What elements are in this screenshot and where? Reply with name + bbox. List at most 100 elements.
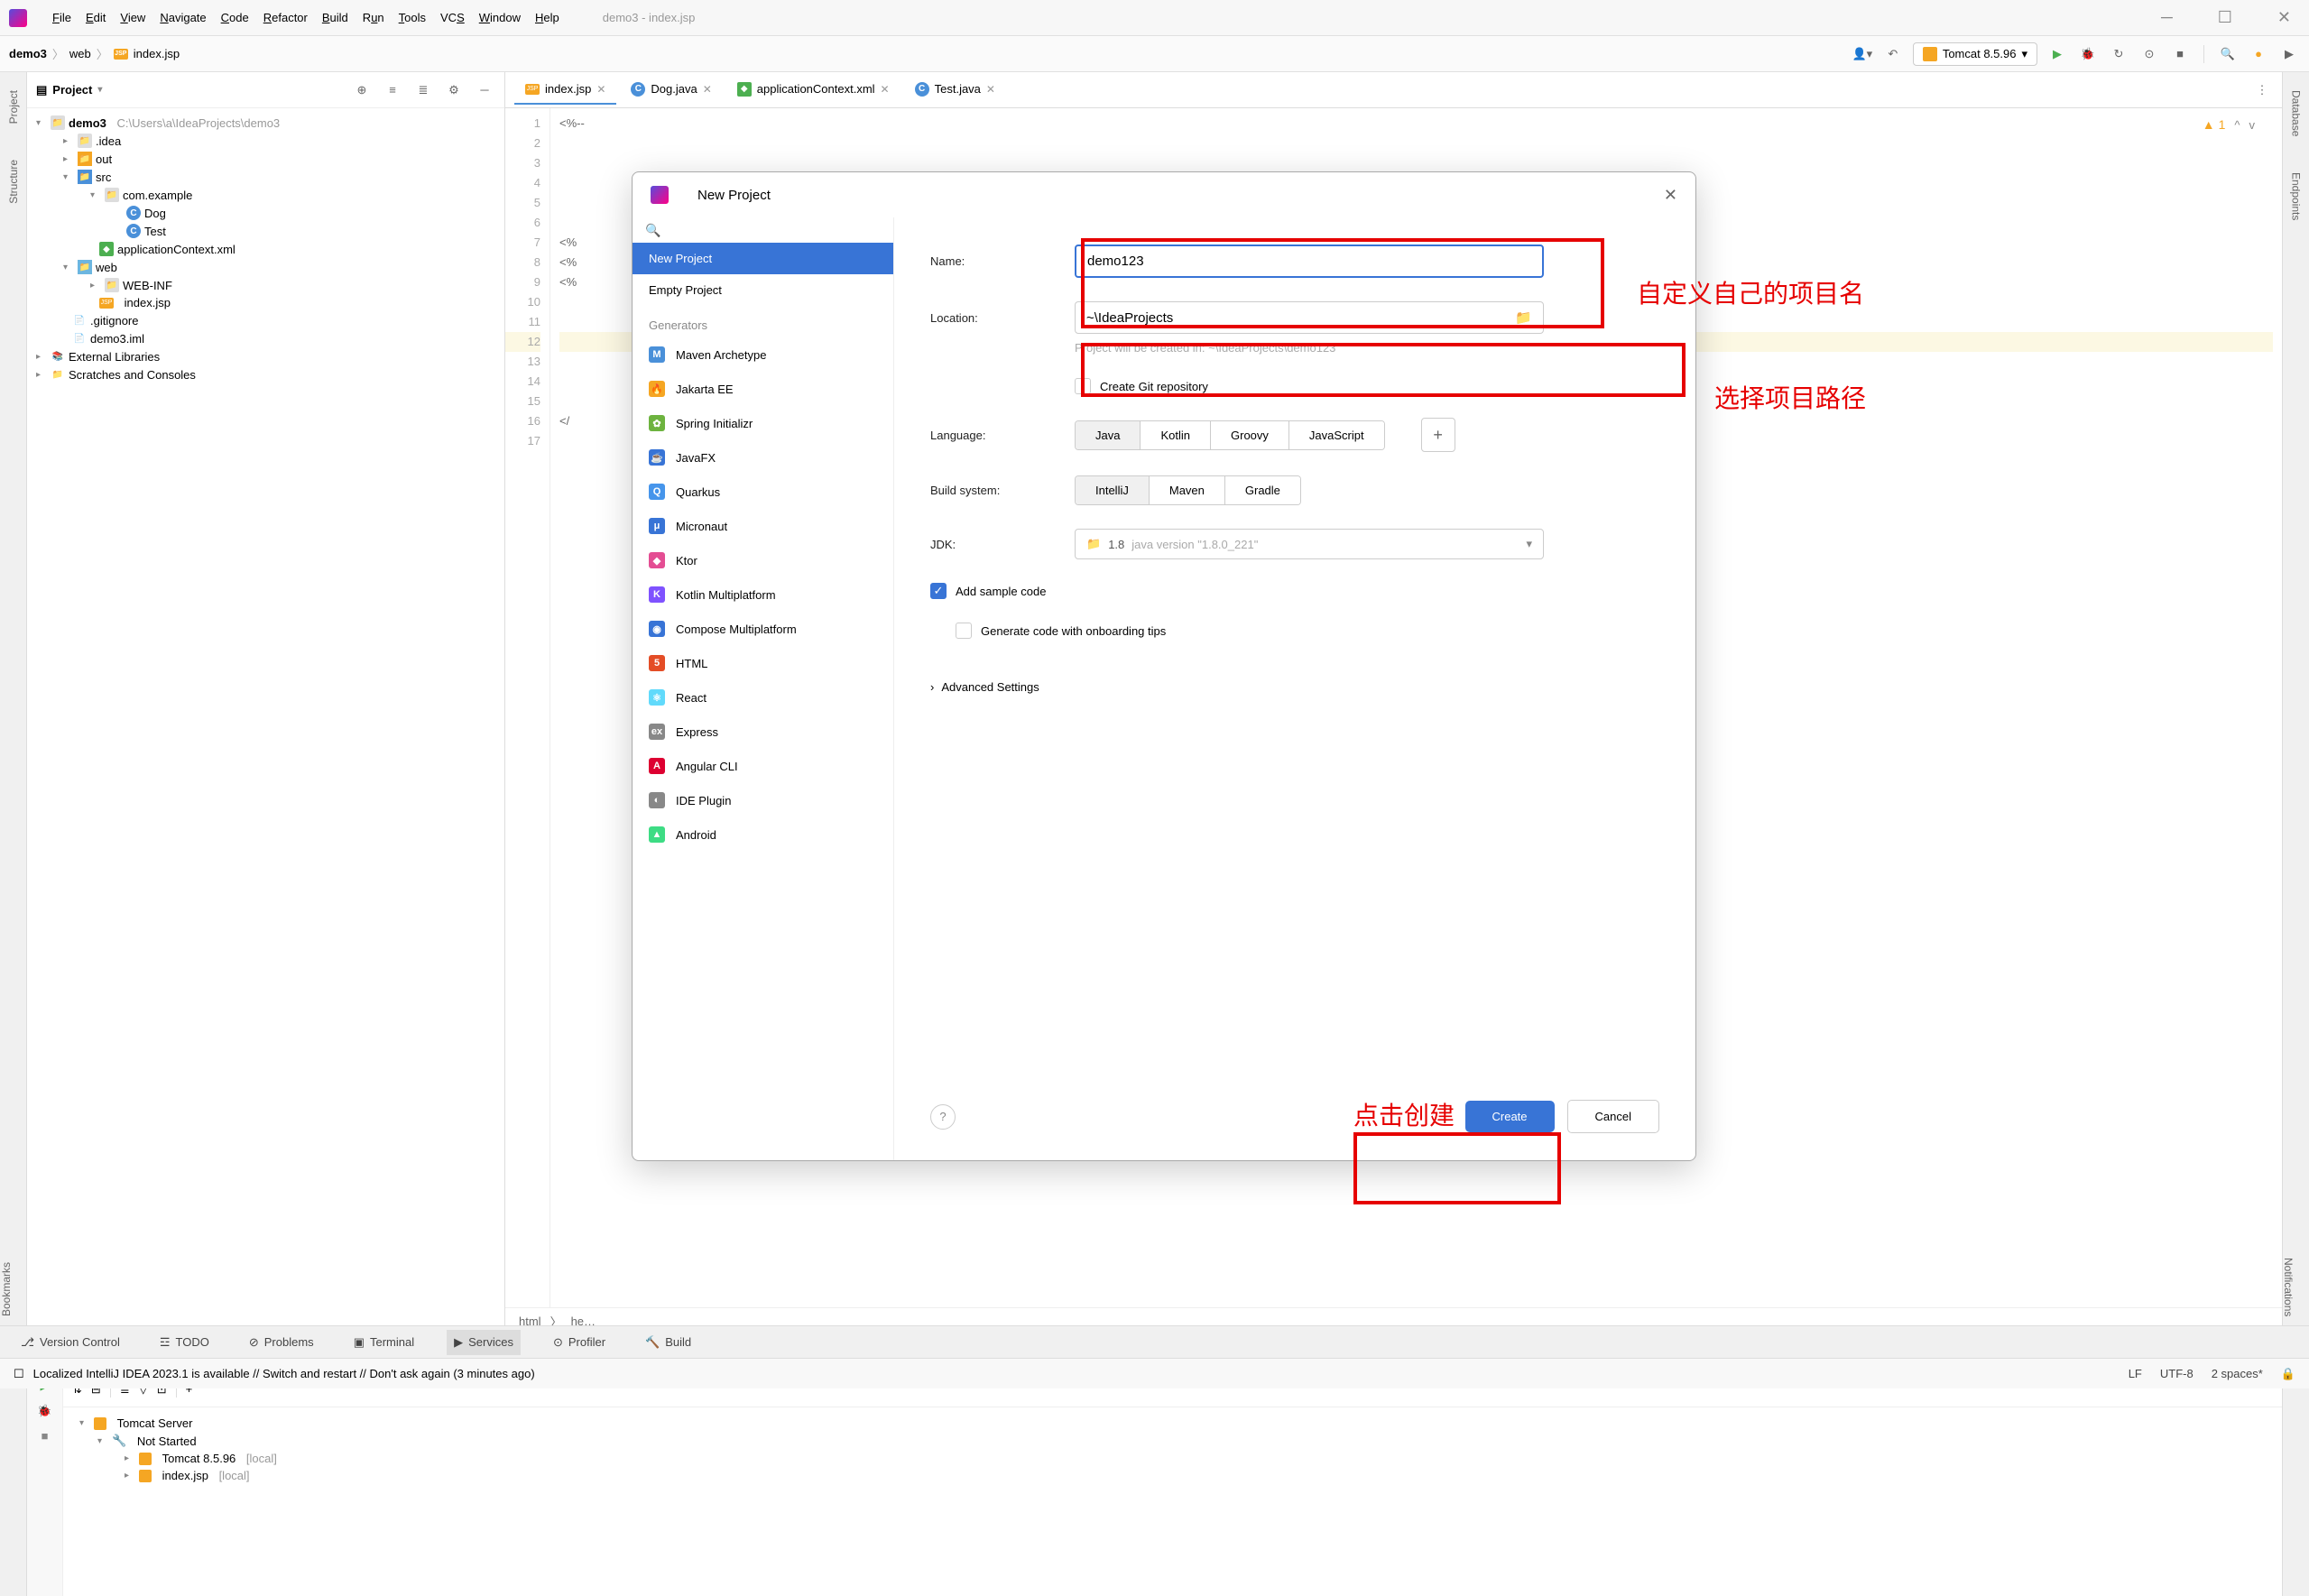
- generator-item[interactable]: MMaven Archetype: [633, 337, 893, 372]
- advanced-settings-toggle[interactable]: › Advanced Settings: [930, 680, 1659, 694]
- btab-build[interactable]: 🔨Build: [638, 1330, 698, 1355]
- services-tree[interactable]: ▾ Tomcat Server ▾🔧 Not Started ▸ Tomcat …: [63, 1407, 2282, 1596]
- minimize-button[interactable]: ─: [2152, 8, 2182, 27]
- menu-edit[interactable]: Edit: [79, 11, 113, 24]
- menu-build[interactable]: Build: [315, 11, 356, 24]
- generator-item[interactable]: exExpress: [633, 715, 893, 749]
- status-indent[interactable]: 2 spaces*: [2212, 1367, 2263, 1381]
- menu-vcs[interactable]: VCS: [433, 11, 472, 24]
- sample-code-checkbox[interactable]: ✓: [930, 583, 947, 599]
- debug-button[interactable]: 🐞: [2077, 43, 2099, 65]
- close-button[interactable]: ✕: [2268, 8, 2300, 27]
- generator-item[interactable]: ✿Spring Initializr: [633, 406, 893, 440]
- breadcrumb[interactable]: demo3 〉 web 〉 JSP index.jsp: [9, 45, 180, 62]
- create-button[interactable]: Create: [1465, 1101, 1555, 1132]
- project-location-input[interactable]: ~\IdeaProjects 📁: [1075, 301, 1544, 334]
- sidebar-item-new-project[interactable]: New Project: [633, 243, 893, 274]
- project-tree[interactable]: ▾📁demo3 C:\Users\a\IdeaProjects\demo3 ▸📁…: [27, 108, 504, 1334]
- menu-run[interactable]: Run: [356, 11, 392, 24]
- gutter-endpoints[interactable]: Endpoints: [2290, 172, 2303, 220]
- git-checkbox[interactable]: [1075, 378, 1091, 394]
- menu-view[interactable]: View: [113, 11, 152, 24]
- browse-folder-icon[interactable]: 📁: [1515, 309, 1532, 326]
- build-intellij[interactable]: IntelliJ: [1076, 476, 1150, 504]
- tab-test-java[interactable]: CTest.java✕: [904, 75, 1006, 106]
- tab-index-jsp[interactable]: JSPindex.jsp✕: [514, 75, 616, 105]
- expand-all-icon[interactable]: ≡: [382, 79, 403, 101]
- lang-groovy[interactable]: Groovy: [1211, 421, 1289, 449]
- profile-button[interactable]: ⊙: [2138, 43, 2160, 65]
- hide-icon[interactable]: ─: [474, 79, 495, 101]
- btab-todo[interactable]: ☲TODO: [152, 1330, 217, 1355]
- dialog-close-button[interactable]: ✕: [1664, 186, 1677, 205]
- lang-javascript[interactable]: JavaScript: [1289, 421, 1384, 449]
- status-lf[interactable]: LF: [2129, 1367, 2142, 1381]
- tabs-more-icon[interactable]: ⋮: [2251, 79, 2273, 101]
- menu-refactor[interactable]: Refactor: [256, 11, 315, 24]
- btab-terminal[interactable]: ▣Terminal: [346, 1330, 421, 1355]
- close-icon[interactable]: ✕: [596, 83, 605, 96]
- gutter-project[interactable]: Project: [7, 90, 20, 124]
- stop-icon[interactable]: ■: [42, 1429, 49, 1443]
- collapse-all-icon[interactable]: ≣: [412, 79, 434, 101]
- generator-search-input[interactable]: [645, 223, 881, 237]
- chevron-down-icon[interactable]: v: [2249, 118, 2256, 132]
- project-name-input[interactable]: [1075, 244, 1544, 278]
- settings-icon[interactable]: ⚙: [443, 79, 465, 101]
- menu-navigate[interactable]: Navigate: [152, 11, 213, 24]
- menu-code[interactable]: Code: [214, 11, 256, 24]
- crumb-root[interactable]: demo3: [9, 47, 47, 60]
- generator-item[interactable]: KKotlin Multiplatform: [633, 577, 893, 612]
- project-panel-title[interactable]: ▤Project▾: [36, 83, 102, 97]
- cancel-button[interactable]: Cancel: [1567, 1100, 1659, 1133]
- add-language-button[interactable]: +: [1421, 418, 1455, 452]
- generator-item[interactable]: ◐IDE Plugin: [633, 783, 893, 817]
- generator-item[interactable]: 🔥Jakarta EE: [633, 372, 893, 406]
- help-button[interactable]: ?: [930, 1104, 956, 1130]
- menu-tools[interactable]: Tools: [392, 11, 433, 24]
- status-lock-icon[interactable]: 🔒: [2281, 1367, 2295, 1381]
- generator-item[interactable]: ⚛React: [633, 680, 893, 715]
- debug-icon[interactable]: 🐞: [37, 1404, 51, 1418]
- run-button[interactable]: ▶: [2046, 43, 2068, 65]
- tab-appcontext[interactable]: ◆applicationContext.xml✕: [726, 75, 901, 106]
- crumb-mid[interactable]: web: [69, 47, 91, 60]
- generator-item[interactable]: ☕JavaFX: [633, 440, 893, 475]
- btab-problems[interactable]: ⊘Problems: [242, 1330, 321, 1355]
- status-icon[interactable]: ☐: [14, 1367, 24, 1381]
- back-icon[interactable]: ↶: [1882, 43, 1904, 65]
- generator-item[interactable]: μMicronaut: [633, 509, 893, 543]
- lang-java[interactable]: Java: [1076, 421, 1141, 449]
- lang-kotlin[interactable]: Kotlin: [1141, 421, 1211, 449]
- user-icon[interactable]: 👤▾: [1852, 43, 1873, 65]
- gutter-structure[interactable]: Structure: [7, 160, 20, 204]
- generator-item[interactable]: ▲Android: [633, 817, 893, 852]
- sidebar-item-empty-project[interactable]: Empty Project: [633, 274, 893, 306]
- select-opened-icon[interactable]: ⊕: [351, 79, 373, 101]
- chevron-up-icon[interactable]: ^: [2234, 118, 2240, 132]
- menu-file[interactable]: File: [45, 11, 79, 24]
- generator-item[interactable]: 5HTML: [633, 646, 893, 680]
- menu-help[interactable]: Help: [528, 11, 567, 24]
- generator-item[interactable]: ◆Ktor: [633, 543, 893, 577]
- menu-window[interactable]: Window: [472, 11, 528, 24]
- generator-item[interactable]: ◉Compose Multiplatform: [633, 612, 893, 646]
- build-maven[interactable]: Maven: [1150, 476, 1225, 504]
- stop-button[interactable]: ■: [2169, 43, 2191, 65]
- run-config-selector[interactable]: Tomcat 8.5.96 ▾: [1913, 42, 2037, 66]
- gutter-bookmarks[interactable]: Bookmarks: [0, 1262, 13, 1316]
- updates-icon[interactable]: ●: [2248, 43, 2269, 65]
- onboarding-checkbox[interactable]: [956, 623, 972, 639]
- build-gradle[interactable]: Gradle: [1225, 476, 1300, 504]
- coverage-button[interactable]: ↻: [2108, 43, 2129, 65]
- jdk-selector[interactable]: 📁 1.8 java version "1.8.0_221" ▾: [1075, 529, 1544, 559]
- maximize-button[interactable]: ☐: [2209, 8, 2241, 27]
- search-icon[interactable]: 🔍: [2217, 43, 2239, 65]
- btab-version-control[interactable]: ⎇Version Control: [14, 1330, 127, 1355]
- warning-badge[interactable]: ▲ 1: [2203, 117, 2226, 132]
- btab-services[interactable]: ▶Services: [447, 1330, 521, 1355]
- crumb-file[interactable]: index.jsp: [134, 47, 180, 60]
- gutter-database[interactable]: Database: [2290, 90, 2303, 136]
- status-message[interactable]: Localized IntelliJ IDEA 2023.1 is availa…: [33, 1367, 535, 1380]
- generator-item[interactable]: QQuarkus: [633, 475, 893, 509]
